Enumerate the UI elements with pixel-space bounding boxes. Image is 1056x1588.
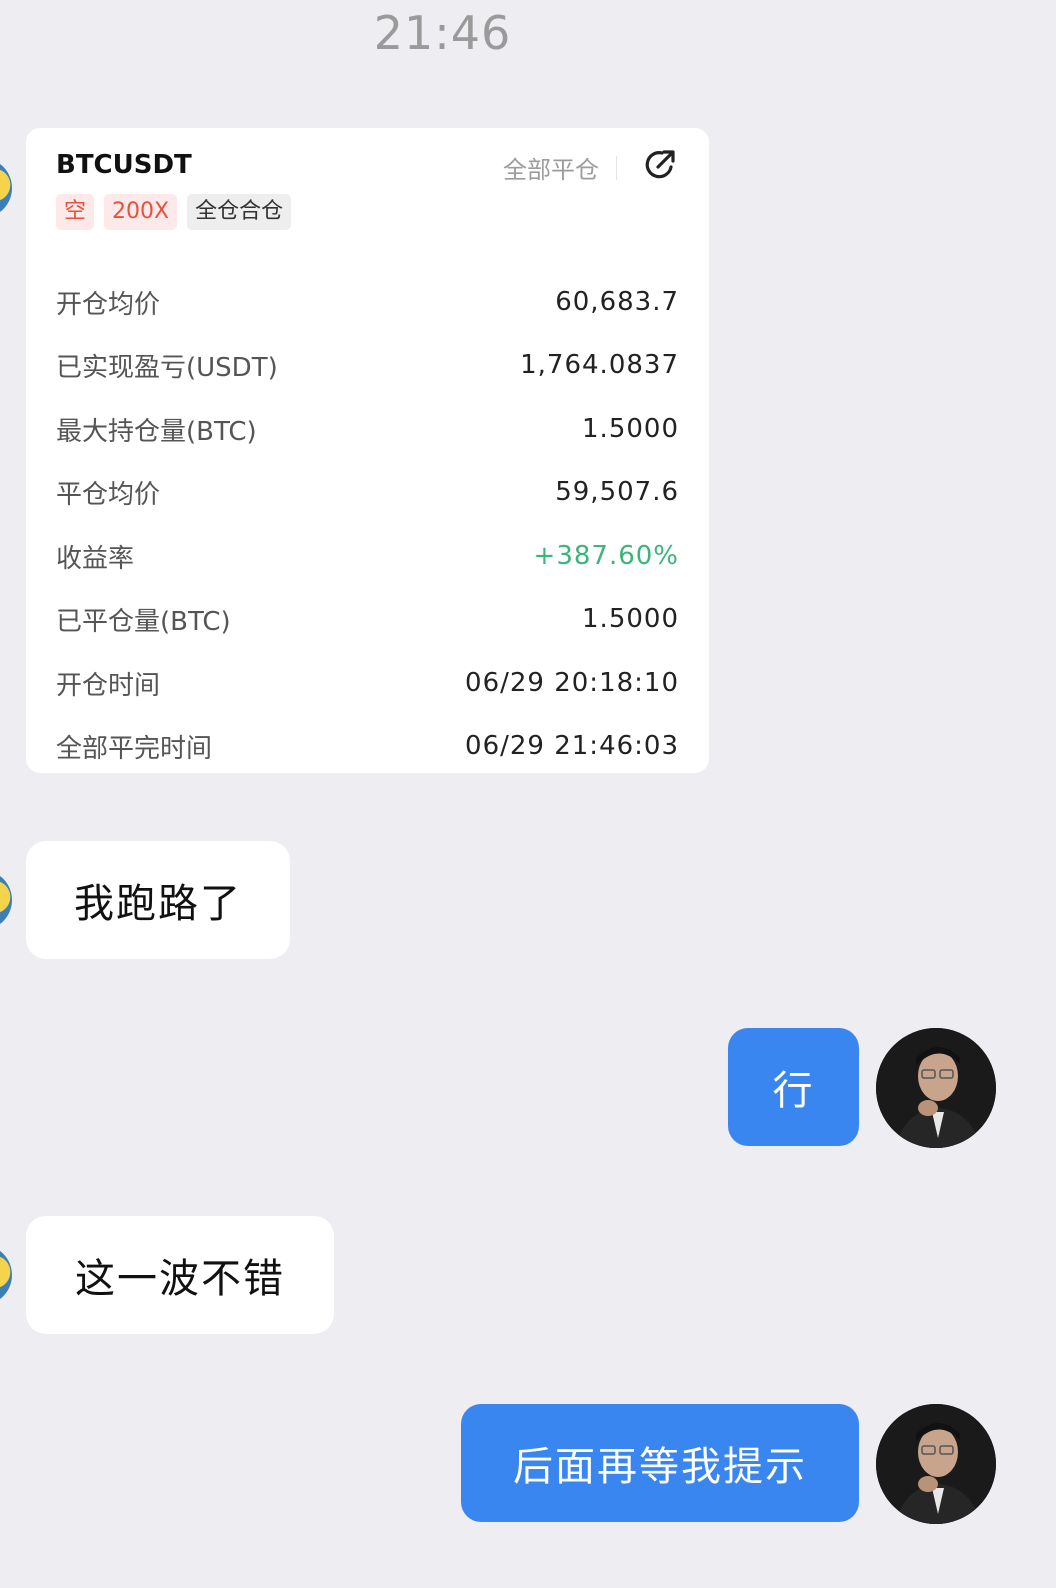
detail-label: 已平仓量(BTC) bbox=[56, 606, 231, 637]
margin-mode-tag: 全仓合仓 bbox=[187, 194, 292, 230]
user-avatar[interactable] bbox=[876, 1028, 996, 1148]
detail-row: 平仓均价 59,507.6 bbox=[56, 472, 679, 512]
detail-value: 60,683.7 bbox=[555, 287, 679, 317]
close-all-label: 全部平仓 bbox=[503, 156, 599, 184]
detail-row: 开仓均价 60,683.7 bbox=[56, 282, 679, 322]
detail-value: 1.5000 bbox=[582, 604, 679, 634]
direction-tag: 空 bbox=[56, 194, 95, 230]
detail-value: 06/29 21:46:03 bbox=[465, 731, 679, 761]
detail-label: 开仓均价 bbox=[56, 289, 161, 320]
peer-avatar[interactable] bbox=[0, 158, 12, 218]
detail-label: 平仓均价 bbox=[56, 479, 161, 510]
detail-row: 全部平完时间 06/29 21:46:03 bbox=[56, 726, 679, 766]
trading-pair: BTCUSDT bbox=[56, 150, 192, 180]
position-tags: 空 200X 全仓合仓 bbox=[56, 194, 292, 230]
outgoing-message[interactable]: 后面再等我提示 bbox=[461, 1404, 859, 1522]
peer-avatar[interactable] bbox=[0, 1245, 12, 1305]
detail-label: 最大持仓量(BTC) bbox=[56, 416, 257, 447]
detail-row: 收益率 +387.60% bbox=[56, 536, 679, 576]
user-portrait-icon bbox=[876, 1028, 996, 1148]
detail-row: 已实现盈亏(USDT) 1,764.0837 bbox=[56, 345, 679, 385]
detail-value: 06/29 20:18:10 bbox=[465, 668, 679, 698]
user-avatar[interactable] bbox=[876, 1404, 996, 1524]
detail-row: 开仓时间 06/29 20:18:10 bbox=[56, 663, 679, 703]
detail-row: 最大持仓量(BTC) 1.5000 bbox=[56, 409, 679, 449]
chat-screen: 21:46 BTCUSDT 空 200X 全仓合仓 全部平仓 开仓均价 60,6… bbox=[0, 0, 1056, 1588]
incoming-message[interactable]: 我跑路了 bbox=[26, 841, 290, 959]
header-divider bbox=[616, 156, 617, 180]
message-timestamp: 21:46 bbox=[373, 6, 512, 60]
leverage-tag: 200X bbox=[104, 194, 178, 230]
peer-avatar[interactable] bbox=[0, 870, 12, 930]
detail-label: 全部平完时间 bbox=[56, 733, 213, 764]
detail-value: 1.5000 bbox=[582, 414, 679, 444]
detail-row: 已平仓量(BTC) 1.5000 bbox=[56, 599, 679, 639]
return-rate-value: +387.60% bbox=[533, 541, 679, 571]
detail-value: 1,764.0837 bbox=[520, 350, 679, 380]
share-arrow-icon[interactable] bbox=[641, 146, 679, 184]
detail-label: 已实现盈亏(USDT) bbox=[56, 352, 278, 383]
incoming-message[interactable]: 这一波不错 bbox=[26, 1216, 334, 1334]
user-portrait-icon bbox=[876, 1404, 996, 1524]
detail-value: 59,507.6 bbox=[555, 477, 679, 507]
outgoing-message[interactable]: 行 bbox=[728, 1028, 859, 1146]
card-header: BTCUSDT 空 200X 全仓合仓 全部平仓 bbox=[56, 128, 679, 246]
detail-label: 开仓时间 bbox=[56, 670, 161, 701]
detail-label: 收益率 bbox=[56, 543, 135, 574]
